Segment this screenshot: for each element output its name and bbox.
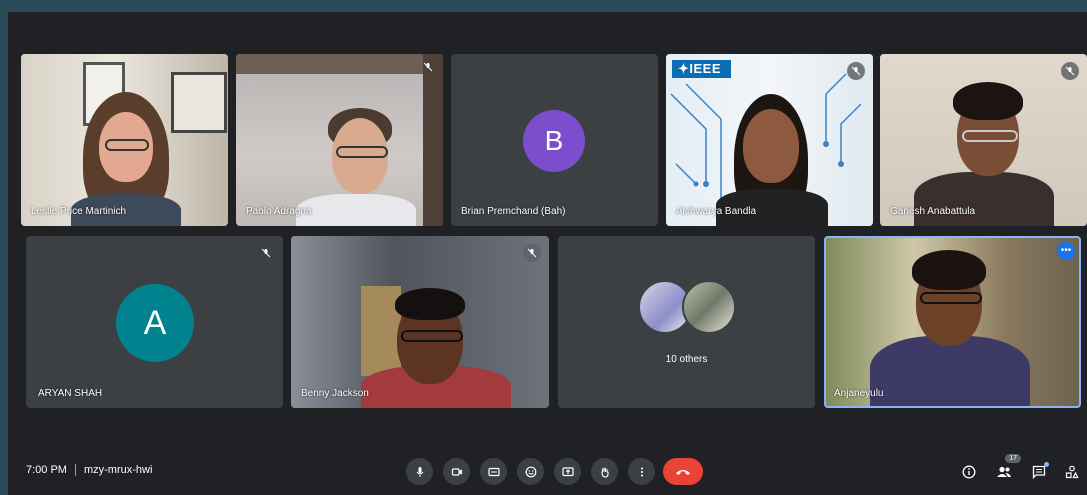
- camera-icon[interactable]: [443, 458, 470, 485]
- more-options-icon[interactable]: [628, 458, 655, 485]
- info-icon[interactable]: [958, 461, 980, 483]
- captions-icon[interactable]: [480, 458, 507, 485]
- participant-tile[interactable]: A ARYAN SHAH: [26, 236, 283, 408]
- person-hair: [953, 82, 1023, 120]
- wall-frame: [171, 72, 227, 133]
- participant-name: Benny Jackson: [301, 388, 369, 399]
- clock-time: 7:00 PM: [26, 464, 67, 476]
- participant-name: Ganesh Anabattula: [890, 206, 976, 217]
- door-frame: [236, 54, 443, 74]
- activities-icon[interactable]: [1061, 461, 1083, 483]
- chat-icon[interactable]: [1028, 461, 1050, 483]
- avatar: B: [523, 110, 585, 172]
- mic-off-icon: [847, 62, 865, 80]
- door-frame: [423, 54, 443, 226]
- glasses-icon: [962, 130, 1018, 142]
- participant-name: Paolo Adragna: [246, 206, 312, 217]
- avatar: A: [116, 284, 194, 362]
- participant-tile[interactable]: Paolo Adragna: [236, 54, 443, 226]
- present-icon[interactable]: [554, 458, 581, 485]
- participant-name: Anjaneyulu: [834, 388, 884, 399]
- mic-off-icon: [1061, 62, 1079, 80]
- person-body: [914, 172, 1054, 226]
- mic-off-icon: [523, 244, 541, 262]
- person-face: [743, 109, 799, 183]
- glasses-icon: [920, 292, 982, 304]
- divider: [74, 464, 76, 476]
- more-options-icon[interactable]: •••: [1057, 242, 1075, 260]
- glasses-icon: [401, 330, 463, 342]
- participant-tile[interactable]: ••• Anjaneyulu: [824, 236, 1081, 408]
- participant-name: Leslie Price Martinich: [31, 206, 127, 217]
- person-body: [870, 336, 1030, 408]
- others-avatar: [682, 280, 736, 334]
- glasses-icon: [336, 146, 388, 158]
- meeting-code: mzy-mrux-hwi: [83, 464, 153, 476]
- raise-hand-icon[interactable]: [591, 458, 618, 485]
- participant-tile[interactable]: Ganesh Anabattula: [880, 54, 1087, 226]
- ieee-logo: ✦IEEE: [672, 60, 732, 78]
- participant-tile[interactable]: B Brian Premchand (Bah): [451, 54, 658, 226]
- mic-icon[interactable]: [406, 458, 433, 485]
- meet-window: Leslie Price Martinich Paolo Adragna B B…: [8, 12, 1087, 495]
- notification-dot: [1044, 462, 1049, 467]
- end-call-icon[interactable]: [663, 458, 703, 485]
- others-count: 10 others: [665, 354, 708, 365]
- participant-name: ARYAN SHAH: [38, 388, 103, 399]
- others-tile[interactable]: 10 others: [558, 236, 815, 408]
- participant-name: Aishwarya Bandla: [676, 206, 757, 217]
- glasses-icon: [105, 139, 149, 151]
- mic-off-icon: [419, 58, 437, 76]
- participant-tile[interactable]: ✦IEEE Aishwarya Bandla: [666, 54, 873, 226]
- emoji-icon[interactable]: [517, 458, 544, 485]
- person-hair: [912, 250, 986, 290]
- person-body: [296, 194, 416, 226]
- mic-off-icon: [257, 244, 275, 262]
- person-hair: [395, 288, 465, 320]
- meeting-details[interactable]: 7:00 PM mzy-mrux-hwi: [26, 464, 152, 476]
- people-count-badge: 17: [1005, 454, 1021, 463]
- participant-tile[interactable]: Leslie Price Martinich: [21, 54, 228, 226]
- bottom-bar: 7:00 PM mzy-mrux-hwi 17: [8, 449, 1087, 495]
- participant-name: Brian Premchand (Bah): [461, 206, 566, 217]
- participant-tile[interactable]: Benny Jackson: [291, 236, 549, 408]
- people-icon[interactable]: 17: [993, 454, 1021, 483]
